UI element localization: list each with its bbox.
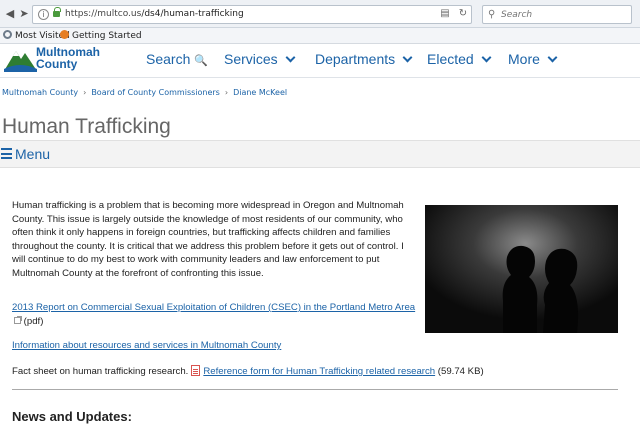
hamburger-icon: [1, 148, 12, 159]
reader-view-icon[interactable]: ▤: [439, 8, 451, 20]
browser-search-input[interactable]: [501, 8, 621, 21]
page-title: Human Trafficking: [2, 115, 171, 138]
back-icon[interactable]: ◀: [3, 7, 17, 21]
logo-line2: County: [36, 57, 78, 71]
csec-report-suffix: (pdf): [23, 315, 44, 327]
bookmark-label: Getting Started: [72, 31, 142, 41]
nav-elected-label: Elected: [427, 51, 474, 67]
nav-more-label: More: [508, 51, 540, 67]
breadcrumb-item[interactable]: Diane McKeel: [233, 88, 287, 97]
gear-icon: [3, 30, 12, 39]
chevron-right-icon: ›: [83, 88, 87, 97]
nav-departments-label: Departments: [315, 51, 396, 67]
chevron-down-icon: [402, 52, 413, 63]
info-icon[interactable]: i: [38, 9, 49, 20]
intro-paragraph: Human trafficking is a problem that is b…: [12, 200, 404, 279]
nav-search[interactable]: Search 🔍: [146, 51, 208, 67]
breadcrumb: Multnomah County › Board of County Commiss…: [2, 88, 287, 97]
nav-services-label: Services: [224, 51, 278, 67]
fact-sheet-line: Fact sheet on human trafficking research…: [12, 365, 484, 377]
menu-label: Menu: [15, 146, 51, 162]
url-path: /ds4/human-trafficking: [141, 9, 244, 19]
menu-bar: Menu: [0, 140, 640, 168]
pdf-icon: [191, 365, 201, 376]
bookmarks-bar: Most Visited Getting Started: [0, 28, 640, 44]
chevron-down-icon: [547, 52, 558, 63]
url-domain: https://multco.us: [65, 9, 142, 19]
breadcrumb-item[interactable]: Multnomah County: [2, 88, 78, 97]
nav-services[interactable]: Services: [224, 51, 296, 67]
browser-search[interactable]: ⚲: [482, 5, 632, 24]
csec-report-link[interactable]: 2013 Report on Commercial Sexual Exploit…: [12, 302, 415, 327]
lock-icon[interactable]: [53, 7, 61, 17]
breadcrumb-item[interactable]: Board of County Commissioners: [91, 88, 220, 97]
nav-search-label: Search: [146, 51, 191, 67]
forward-icon[interactable]: ➤: [17, 7, 31, 21]
chevron-right-icon: ›: [224, 88, 229, 97]
search-icon: ⚲: [488, 9, 496, 20]
browser-toolbar: ◀ ➤ i https://multco.us/ds4/human-traffi…: [0, 0, 640, 28]
firefox-icon: [60, 30, 69, 39]
csec-report-link-text: 2013 Report on Commercial Sexual Exploit…: [12, 302, 416, 313]
address-bar[interactable]: i https://multco.us/ds4/human-traffickin…: [32, 5, 472, 24]
reload-icon[interactable]: ↻: [457, 8, 469, 20]
divider: [12, 389, 618, 390]
resources-link[interactable]: Information about resources and services…: [12, 340, 281, 351]
csec-report-paragraph: 2013 Report on Commercial Sexual Exploit…: [12, 301, 422, 328]
external-link-icon: [14, 315, 22, 324]
url-text[interactable]: https://multco.us/ds4/human-trafficking: [65, 9, 244, 19]
logo-wordmark[interactable]: Multnomah County: [36, 46, 100, 70]
menu-button[interactable]: Menu: [1, 146, 50, 162]
search-icon: 🔍: [194, 54, 209, 67]
nav-elected[interactable]: Elected: [427, 51, 492, 67]
fact-sheet-prefix: Fact sheet on human trafficking research…: [12, 366, 189, 377]
bookmark-getting-started[interactable]: Getting Started: [60, 30, 142, 41]
reference-form-link[interactable]: Reference form for Human Trafficking rel…: [203, 366, 435, 377]
news-heading: News and Updates:: [12, 409, 132, 424]
silhouette-photo: [425, 205, 618, 333]
file-size: (59.74 KB): [437, 366, 484, 377]
chevron-down-icon: [481, 52, 492, 63]
nav-departments[interactable]: Departments: [315, 51, 413, 67]
chevron-down-icon: [285, 52, 296, 63]
nav-more[interactable]: More: [508, 51, 558, 67]
